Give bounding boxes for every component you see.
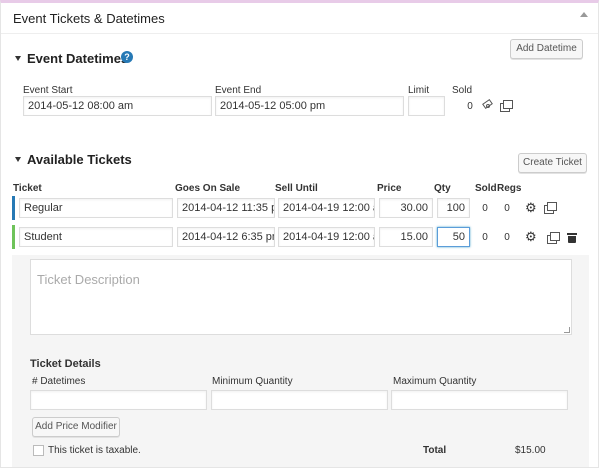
col-goes-on-sale: Goes On Sale [175, 183, 241, 194]
ticket-regs-value: 0 [504, 203, 510, 214]
collapse-toggle-icon[interactable] [580, 12, 588, 17]
help-icon[interactable]: ? [121, 51, 133, 63]
ticket-details-panel: Ticket Description Ticket Details # Date… [12, 255, 589, 467]
goes-on-sale-input[interactable]: 2014-04-12 6:35 pm [177, 227, 275, 247]
num-datetimes-input[interactable] [30, 390, 207, 410]
ticket-sold-value: 0 [482, 232, 488, 243]
available-tickets-heading[interactable]: Available Tickets [15, 152, 132, 167]
clone-datetime-icon[interactable] [500, 100, 513, 112]
trash-icon[interactable] [567, 233, 577, 243]
min-qty-input[interactable] [211, 390, 388, 410]
taxable-label: This ticket is taxable. [48, 445, 141, 456]
datetime-sold-value: 0 [467, 101, 473, 112]
qty-input[interactable]: 50 [437, 227, 470, 247]
col-sell-until: Sell Until [275, 183, 318, 194]
num-datetimes-label: # Datetimes [32, 376, 86, 387]
col-qty: Qty [434, 183, 451, 194]
ticket-regs-value: 0 [504, 232, 510, 243]
ticket-accent-bar [12, 196, 15, 220]
col-regs: Regs [497, 183, 522, 194]
col-event-start: Event Start [23, 85, 73, 96]
qty-input[interactable]: 100 [437, 198, 470, 218]
sell-until-input[interactable]: 2014-04-19 12:00 a [278, 198, 375, 218]
event-datetimes-title: Event Datetimes [27, 51, 129, 66]
ticket-accent-bar [12, 225, 15, 249]
gear-icon[interactable]: ⚙ [525, 230, 537, 243]
max-qty-label: Maximum Quantity [393, 376, 477, 387]
total-label: Total [423, 445, 447, 456]
limit-input[interactable] [408, 96, 445, 116]
ticket-details-title: Ticket Details [30, 358, 101, 370]
col-sold: Sold [475, 183, 497, 194]
total-value: $15.00 [515, 445, 546, 456]
triangle-down-icon [15, 56, 21, 61]
resize-handle-icon[interactable] [564, 327, 570, 333]
ticket-description-textarea[interactable]: Ticket Description [30, 259, 572, 335]
col-price: Price [377, 183, 402, 194]
taxable-checkbox[interactable] [33, 445, 44, 456]
clone-ticket-icon[interactable] [547, 232, 560, 244]
col-ticket: Ticket [13, 183, 42, 194]
goes-on-sale-input[interactable]: 2014-04-12 11:35 p [177, 198, 275, 218]
gear-icon[interactable]: ⚙ [525, 201, 537, 214]
event-start-input[interactable]: 2014-05-12 08:00 am [23, 96, 212, 116]
event-tickets-metabox: Event Tickets & Datetimes Event Datetime… [0, 0, 599, 468]
ticket-sold-value: 0 [482, 203, 488, 214]
ticket-assign-icon[interactable] [482, 98, 494, 111]
col-sold: Sold [452, 85, 473, 96]
create-ticket-button[interactable]: Create Ticket [518, 153, 587, 173]
col-limit: Limit [408, 85, 430, 96]
sell-until-input[interactable]: 2014-04-19 12:00 a [278, 227, 375, 247]
max-qty-input[interactable] [391, 390, 568, 410]
price-input[interactable]: 15.00 [379, 227, 433, 247]
ticket-name-input[interactable]: Regular [19, 198, 173, 218]
clone-ticket-icon[interactable] [544, 202, 557, 214]
triangle-down-icon [15, 157, 21, 162]
metabox-title: Event Tickets & Datetimes [13, 11, 165, 26]
col-event-end: Event End [215, 85, 262, 96]
add-datetime-button[interactable]: Add Datetime [510, 39, 583, 59]
available-tickets-title: Available Tickets [27, 152, 132, 167]
ticket-name-input[interactable]: Student [19, 227, 173, 247]
add-price-modifier-button[interactable]: Add Price Modifier [32, 417, 120, 437]
min-qty-label: Minimum Quantity [212, 376, 293, 387]
event-datetimes-heading[interactable]: Event Datetimes [15, 51, 128, 66]
metabox-header: Event Tickets & Datetimes [1, 3, 598, 34]
price-input[interactable]: 30.00 [379, 198, 433, 218]
event-end-input[interactable]: 2014-05-12 05:00 pm [215, 96, 404, 116]
